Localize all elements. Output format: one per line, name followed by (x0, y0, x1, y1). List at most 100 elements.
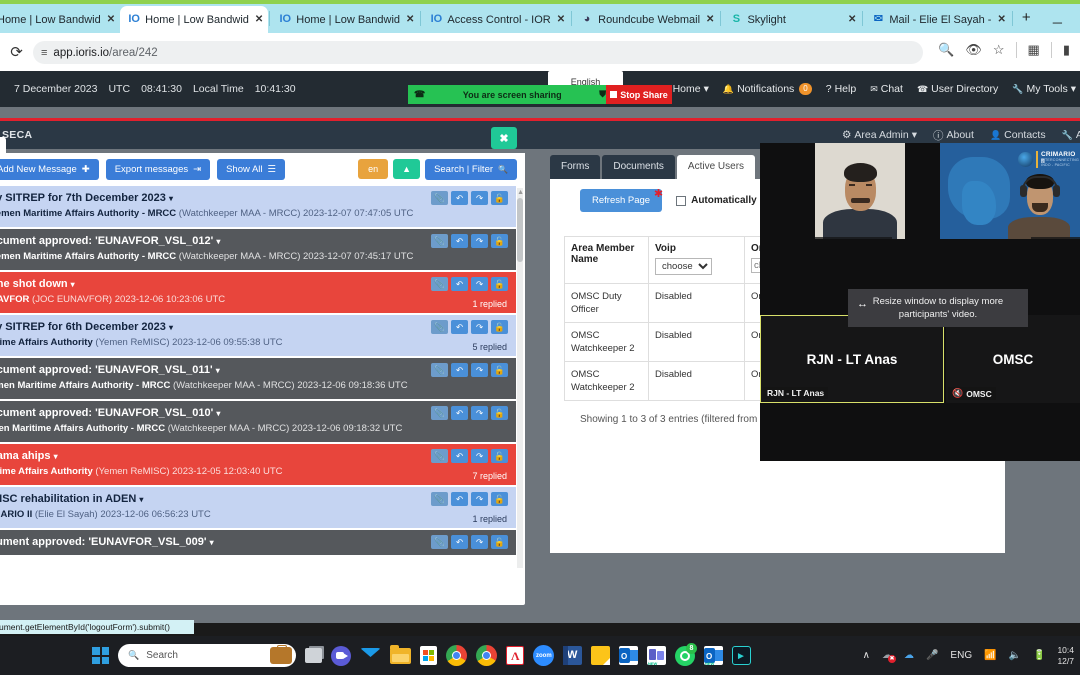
zoom-app-icon[interactable] (331, 645, 351, 666)
message-row[interactable]: ily SITREP for 7th December 2023 ▾ Yemen… (0, 186, 516, 227)
attach-icon[interactable]: 📎 (431, 406, 448, 420)
eye-off-icon[interactable]: 👁 (965, 42, 982, 58)
unlock-icon[interactable]: 🔓 (491, 277, 508, 291)
reply-icon[interactable]: ↶ (451, 191, 468, 205)
microphone-icon[interactable]: 🎤 (926, 650, 938, 661)
chevron-down-icon[interactable]: ▾ (216, 237, 220, 246)
unlock-icon[interactable]: 🔓 (491, 492, 508, 506)
message-row[interactable]: ocument approved: 'EUNAVFOR_VSL_010' ▾ m… (0, 401, 516, 442)
message-row[interactable]: nama ahips ▾ ritime Affairs Authority (Y… (0, 444, 516, 485)
tab-close-icon[interactable]: ✕ (706, 14, 714, 25)
add-new-message-button[interactable]: Add New Message ✚ (0, 158, 99, 180)
task-view-icon[interactable] (305, 648, 322, 663)
stop-share-button[interactable]: Stop Share (606, 85, 672, 104)
browser-tab-6[interactable]: ✉ Mail - Elie El Sayah - ✕ (864, 6, 1010, 33)
tab-documents[interactable]: Documents (602, 155, 675, 179)
onedrive-alert-icon[interactable]: ☁ ✖ (882, 650, 896, 663)
reload-icon[interactable]: ⟳ (8, 44, 25, 61)
sticky-notes-icon[interactable] (591, 646, 610, 665)
attach-icon[interactable]: 📎 (431, 363, 448, 377)
chevron-down-icon[interactable]: ▾ (216, 366, 220, 375)
taskbar-search-input[interactable]: 🔍 Search (118, 644, 296, 667)
resize-handle-icon[interactable]: ↔ (857, 298, 868, 310)
area-admin-menu[interactable]: ⚙ Area Admin ▾ (842, 129, 917, 141)
chevron-down-icon[interactable]: ▾ (71, 280, 75, 289)
reply-icon[interactable]: ↶ (451, 406, 468, 420)
area-tools[interactable]: 🔧 Area (1062, 129, 1080, 141)
zoom-meeting-window[interactable]: Capt. Amer Al Hlal CRIMARIO II INTERCONN… (760, 143, 1080, 461)
video-tile-elie[interactable]: CRIMARIO II INTERCONNECTING INDO - PACIF… (940, 143, 1080, 239)
reply-icon[interactable]: ↶ (451, 363, 468, 377)
kinemaster-app-icon[interactable]: ► (732, 646, 751, 665)
forward-icon[interactable]: ↷ (471, 535, 488, 549)
outlook-new-app-icon[interactable]: O NEW (704, 646, 723, 666)
volume-icon[interactable]: 🔈 (1009, 650, 1021, 661)
participant-tile-rjn[interactable]: RJN - LT Anas RJN - LT Anas (760, 315, 944, 403)
chrome-app-2-icon[interactable] (476, 645, 497, 666)
onedrive-icon[interactable]: ☁ (904, 650, 914, 661)
attach-icon[interactable]: 📎 (431, 449, 448, 463)
tab-close-icon[interactable]: ✕ (997, 14, 1005, 25)
teams-app-icon[interactable]: NEW (647, 646, 666, 666)
reply-icon[interactable]: ↶ (451, 277, 468, 291)
video-tile-amer[interactable]: Capt. Amer Al Hlal (815, 143, 905, 239)
adobe-acrobat-icon[interactable]: Λ (506, 646, 524, 665)
collapse-toggle-button[interactable]: ▲ (393, 159, 421, 179)
unlock-icon[interactable]: 🔓 (491, 406, 508, 420)
nav-chat[interactable]: ✉ Chat (870, 83, 903, 95)
automatically-checkbox[interactable] (676, 195, 687, 206)
unlock-icon[interactable]: 🔓 (491, 363, 508, 377)
reply-icon[interactable]: ↶ (451, 535, 468, 549)
window-minimize-button[interactable]: ─ (1053, 15, 1062, 30)
nav-user-directory[interactable]: ☎ User Directory (917, 83, 998, 95)
col-voip[interactable]: Voip choose (648, 236, 745, 284)
chevron-down-icon[interactable]: ▾ (169, 194, 173, 203)
attach-icon[interactable]: 📎 (431, 277, 448, 291)
show-all-button[interactable]: Show All ☰ (217, 158, 286, 180)
forward-icon[interactable]: ↷ (471, 363, 488, 377)
forward-icon[interactable]: ↷ (471, 191, 488, 205)
new-tab-button[interactable]: + (1014, 9, 1039, 29)
whatsapp-app-icon[interactable]: 8 (675, 642, 697, 666)
chevron-down-icon[interactable]: ▾ (54, 452, 58, 461)
start-button-icon[interactable] (92, 647, 109, 664)
word-app-icon[interactable]: W (563, 646, 582, 665)
address-bar[interactable]: ≡ app.ioris.io/area/242 (33, 41, 923, 64)
unlock-icon[interactable]: 🔓 (491, 449, 508, 463)
nav-help[interactable]: ? Help (826, 83, 856, 95)
tab-active-users[interactable]: Active Users (676, 155, 756, 179)
zoom-icon[interactable]: 🔍 (938, 42, 954, 58)
unlock-icon[interactable]: 🔓 (491, 234, 508, 248)
forward-icon[interactable]: ↷ (471, 449, 488, 463)
reply-icon[interactable]: ↶ (451, 492, 468, 506)
browser-tab-2[interactable]: IO Home | Low Bandwid ✕ (271, 6, 419, 33)
automatically-refresh-checkbox-row[interactable]: Automatically (676, 195, 757, 206)
message-row[interactable]: ocument approved: 'EUNAVFOR_VSL_011' ▾ e… (0, 358, 516, 399)
zoom-meetings-icon[interactable]: zoom (533, 645, 554, 666)
forward-icon[interactable]: ↷ (471, 277, 488, 291)
browser-tab-4[interactable]: ◕ Roundcube Webmail ✕ (573, 6, 719, 33)
star-icon[interactable]: ☆ (993, 42, 1005, 58)
area-contacts[interactable]: 👤 Contacts (990, 129, 1046, 141)
briefcase-icon[interactable] (270, 645, 292, 664)
unlock-icon[interactable]: 🔓 (491, 320, 508, 334)
chevron-down-icon[interactable]: ▾ (139, 495, 143, 504)
message-row[interactable]: cument approved: 'EUNAVFOR_VSL_009' ▾ 📎 … (0, 530, 516, 555)
area-about[interactable]: ⓘ About (933, 128, 974, 143)
wifi-icon[interactable]: 📶 (984, 650, 996, 661)
attach-icon[interactable]: 📎 (431, 320, 448, 334)
forward-icon[interactable]: ↷ (471, 406, 488, 420)
nav-notifications[interactable]: 🔔 Notifications 0 (723, 83, 812, 95)
messages-tab[interactable]: es (0, 137, 7, 153)
forward-icon[interactable]: ↷ (471, 320, 488, 334)
search-filter-button[interactable]: Search | Filter 🔍 (425, 158, 517, 180)
unlock-icon[interactable]: 🔓 (491, 191, 508, 205)
battery-icon[interactable]: 🔋 (1033, 650, 1045, 661)
attach-icon[interactable]: 📎 (431, 234, 448, 248)
chevron-down-icon[interactable]: ▾ (216, 409, 220, 418)
language-pill[interactable]: en (358, 159, 389, 179)
chevron-down-icon[interactable]: ▾ (169, 323, 173, 332)
attach-icon[interactable]: 📎 (431, 535, 448, 549)
reply-icon[interactable]: ↶ (451, 234, 468, 248)
taskbar-clock[interactable]: 10:4 12/7 (1057, 645, 1074, 667)
